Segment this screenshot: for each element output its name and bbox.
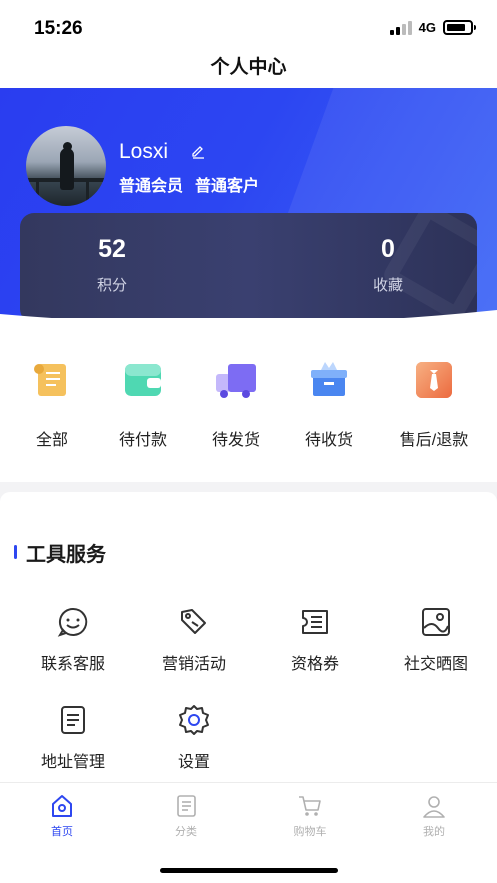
order-pending-payment-label: 待付款 bbox=[118, 432, 167, 449]
home-indicator bbox=[160, 868, 338, 873]
tool-address-label: 地址管理 bbox=[40, 754, 105, 771]
order-pending-receipt[interactable]: 待收货 bbox=[279, 358, 379, 450]
list-icon bbox=[177, 795, 196, 817]
gear-icon bbox=[179, 705, 209, 735]
tool-customer-service-label: 联系客服 bbox=[40, 656, 105, 673]
tab-mine-label: 我的 bbox=[423, 826, 445, 838]
tab-home-label: 首页 bbox=[51, 826, 73, 838]
order-after-sale-label: 售后/退款 bbox=[399, 432, 469, 449]
refund-icon bbox=[416, 362, 452, 398]
document-icon bbox=[61, 706, 85, 734]
coupon-icon bbox=[302, 610, 328, 634]
tab-mine[interactable]: 我的 bbox=[394, 793, 474, 839]
tool-settings-label: 设置 bbox=[177, 754, 210, 771]
tool-social-photos-label: 社交晒图 bbox=[403, 656, 468, 673]
tools-title: 工具服务 bbox=[26, 544, 106, 566]
tab-cart[interactable]: 购物车 bbox=[270, 793, 350, 839]
package-icon bbox=[311, 362, 347, 396]
status-time: 15:26 bbox=[34, 18, 83, 39]
order-pending-payment[interactable]: 待付款 bbox=[93, 358, 193, 450]
member-level-tag: 普通会员 bbox=[119, 178, 184, 195]
truck-icon bbox=[216, 364, 256, 398]
nav-bar: 个人中心 bbox=[0, 52, 497, 88]
points-label: 积分 bbox=[96, 277, 127, 294]
status-bar: 15:26 4G bbox=[0, 0, 497, 52]
order-pending-receipt-label: 待收货 bbox=[304, 432, 353, 449]
tab-category[interactable]: 分类 bbox=[146, 793, 226, 839]
tool-coupons[interactable]: 资格券 bbox=[260, 606, 370, 674]
tool-settings[interactable]: 设置 bbox=[139, 704, 249, 772]
order-all[interactable]: 全部 bbox=[2, 358, 102, 450]
tab-category-label: 分类 bbox=[175, 826, 197, 838]
battery-icon bbox=[443, 19, 476, 35]
points-stat[interactable]: 52 积分 bbox=[72, 235, 152, 295]
tag-icon bbox=[181, 609, 206, 634]
tool-coupons-label: 资格券 bbox=[290, 656, 339, 673]
image-icon bbox=[422, 608, 450, 636]
user-icon bbox=[423, 796, 445, 818]
scroll-icon bbox=[34, 364, 66, 396]
smile-chat-icon bbox=[57, 607, 88, 637]
tool-customer-service[interactable]: 联系客服 bbox=[18, 606, 128, 674]
signal-icon bbox=[389, 19, 412, 35]
network-type: 4G bbox=[418, 19, 436, 35]
order-after-sale[interactable]: 售后/退款 bbox=[382, 358, 486, 450]
page-title: 个人中心 bbox=[210, 57, 287, 78]
home-icon bbox=[52, 795, 72, 817]
status-indicators: 4G bbox=[389, 19, 476, 35]
customer-type-tag: 普通客户 bbox=[195, 178, 260, 195]
tab-home[interactable]: 首页 bbox=[22, 793, 102, 839]
avatar[interactable] bbox=[26, 126, 106, 206]
order-pending-shipment[interactable]: 待发货 bbox=[186, 358, 286, 450]
tool-marketing-label: 营销活动 bbox=[161, 656, 226, 673]
tool-social-photos[interactable]: 社交晒图 bbox=[381, 606, 491, 674]
points-value: 52 bbox=[98, 235, 126, 263]
wallet-icon bbox=[125, 364, 161, 396]
tool-address[interactable]: 地址管理 bbox=[18, 704, 128, 772]
favorites-stat[interactable]: 0 收藏 bbox=[348, 235, 428, 295]
orders-panel: 全部 待付款 待发货 待收货 售后/退款 bbox=[0, 318, 497, 482]
order-pending-shipment-label: 待发货 bbox=[211, 432, 260, 449]
tool-marketing[interactable]: 营销活动 bbox=[139, 606, 249, 674]
favorites-label: 收藏 bbox=[372, 277, 403, 294]
member-tags: 普通会员 普通客户 bbox=[119, 172, 259, 196]
order-all-label: 全部 bbox=[35, 432, 68, 449]
favorites-value: 0 bbox=[381, 235, 395, 263]
edit-icon[interactable] bbox=[190, 143, 206, 159]
tools-panel: 工具服务 联系客服 营销活动 资格券 社交晒图 地址管理 设置 bbox=[0, 492, 497, 782]
section-marker bbox=[14, 545, 17, 559]
username: Losxi bbox=[119, 140, 169, 163]
cart-icon bbox=[299, 796, 321, 816]
tab-cart-label: 购物车 bbox=[293, 826, 327, 838]
